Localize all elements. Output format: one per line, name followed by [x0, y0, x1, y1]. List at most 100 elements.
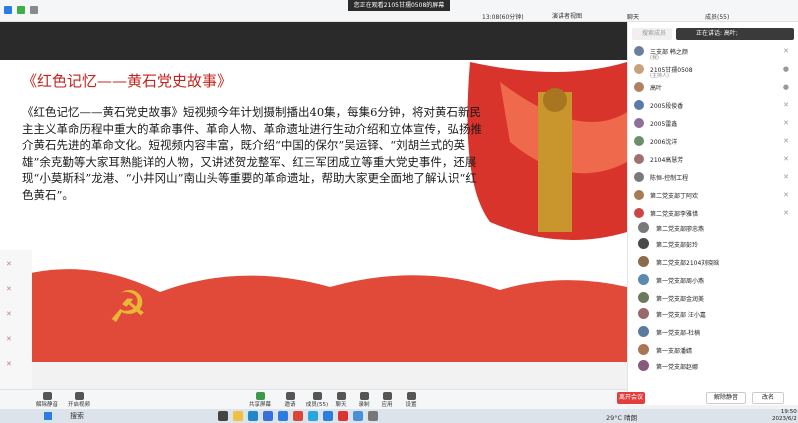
- member-name: 第一党支部-杜楠: [656, 330, 701, 337]
- taskbar-search[interactable]: 搜索: [58, 411, 178, 421]
- mic-off-icon[interactable]: ✕: [783, 155, 789, 163]
- mic-off-icon[interactable]: ✕: [783, 47, 789, 55]
- photos-icon[interactable]: [353, 411, 363, 421]
- viewing-banner[interactable]: 您正在观看2105甘孺0508的屏幕: [348, 0, 450, 11]
- member-row[interactable]: 2005段俊香 ✕: [628, 98, 798, 112]
- member-row[interactable]: 2005雷鑫 ✕: [628, 116, 798, 130]
- meeting-time: 13:08(60分钟): [482, 14, 524, 21]
- member-name: 第一党支部周小燕: [656, 278, 705, 285]
- settings-icon[interactable]: [368, 411, 378, 421]
- avatar: [634, 118, 644, 128]
- member-role: (我): [650, 55, 659, 61]
- weather-widget[interactable]: 29°C 晴朗: [606, 412, 637, 422]
- member-row[interactable]: 第一党支部 汪小嘉: [632, 306, 782, 322]
- camera-off-icon: [74, 392, 84, 400]
- meeting-controls-bar: 解除静音 开启视频 共享屏幕 邀请 成员(55) 聊天 录制 应用 设置: [0, 389, 627, 409]
- apps-icon: [382, 392, 392, 400]
- member-row[interactable]: 第一党支部-杜楠: [632, 324, 782, 340]
- share-screen-button[interactable]: 共享屏幕: [245, 392, 275, 408]
- avatar: [634, 46, 644, 56]
- member-row[interactable]: 陈恒-控制工程 ✕: [628, 170, 798, 184]
- member-name: 2005段俊香: [650, 103, 684, 110]
- member-name: 第二党支部彭玲: [656, 242, 699, 249]
- member-row[interactable]: 第一党支部赵娜: [632, 358, 782, 374]
- qq-icon[interactable]: [308, 411, 318, 421]
- avatar: [634, 136, 644, 146]
- members-icon: [312, 392, 322, 400]
- tab-members[interactable]: 成员(55): [705, 12, 729, 21]
- logo-icon: [4, 6, 12, 14]
- share-screen-icon: [255, 392, 265, 400]
- mic-off-icon[interactable]: ✕: [783, 137, 789, 145]
- mic-off-icon[interactable]: ✕: [783, 173, 789, 181]
- chrome-icon[interactable]: [293, 411, 303, 421]
- settings-button[interactable]: 设置: [396, 392, 426, 408]
- edge-icon[interactable]: [248, 411, 258, 421]
- control-label: 应用: [381, 402, 393, 408]
- member-name: 2005雷鑫: [650, 121, 678, 128]
- speaker-view-button[interactable]: 演讲者视图: [552, 11, 582, 20]
- rename-button[interactable]: 改名: [752, 392, 784, 404]
- mail-icon[interactable]: [278, 411, 288, 421]
- mic-off-icon[interactable]: ✕: [783, 119, 789, 127]
- control-label: 录制: [358, 402, 370, 408]
- member-name: 第一党支部金润美: [656, 296, 705, 303]
- member-row[interactable]: 2105甘孺0508 (主持人) ●: [628, 62, 798, 79]
- avatar: [638, 238, 649, 249]
- tab-chat[interactable]: 聊天: [627, 12, 639, 21]
- member-name: 第二党支部廖忠燕: [656, 226, 705, 233]
- unmute-button[interactable]: 解除静音: [32, 392, 62, 408]
- mic-off-icon[interactable]: ✕: [783, 101, 789, 109]
- member-row[interactable]: 三支部 韩之颜 (我) ✕: [628, 44, 798, 61]
- avatar: [638, 308, 649, 319]
- avatar: [634, 190, 644, 200]
- signal-icon: [30, 6, 38, 14]
- slide-title: 《红色记忆——黄石党史故事》: [22, 72, 233, 90]
- mic-off-icon: [42, 392, 52, 400]
- avatar: [638, 344, 649, 355]
- leave-meeting-button[interactable]: 离开会议: [617, 392, 645, 404]
- member-row[interactable]: 第一支部潘婧: [632, 342, 782, 358]
- member-row[interactable]: 高叶 ●: [628, 80, 798, 94]
- member-name: 高叶: [650, 85, 663, 92]
- avatar: [634, 154, 644, 164]
- avatar: [638, 360, 649, 371]
- member-row[interactable]: 第二党支部2104刘晓晗: [632, 254, 782, 270]
- start-video-button[interactable]: 开启视频: [64, 392, 94, 408]
- member-list-overlay: 第二党支部廖忠燕 第二党支部彭玲 第二党支部2104刘晓晗 第一党支部周小燕 第…: [632, 216, 782, 371]
- avatar: [638, 274, 649, 285]
- file-explorer-icon[interactable]: [233, 411, 243, 421]
- control-label: 开启视频: [67, 402, 90, 408]
- mic-off-icon[interactable]: ✕: [783, 191, 789, 199]
- column-pillar: [538, 92, 572, 232]
- mic-icon[interactable]: ●: [783, 65, 789, 73]
- windows-start-icon[interactable]: [44, 412, 52, 420]
- member-name: 第一党支部 汪小嘉: [656, 312, 706, 319]
- member-search-input[interactable]: 搜索成员: [632, 28, 672, 40]
- member-row[interactable]: 第二党支部丁阿欢 ✕: [628, 188, 798, 202]
- member-row[interactable]: 第一党支部金润美: [632, 290, 782, 306]
- avatar: [634, 64, 644, 74]
- task-view-icon[interactable]: [218, 411, 228, 421]
- member-row[interactable]: 2006沈洋 ✕: [628, 134, 798, 148]
- store-icon[interactable]: [263, 411, 273, 421]
- member-row[interactable]: 2104高慧芳 ✕: [628, 152, 798, 166]
- member-row[interactable]: 第一党支部周小燕: [632, 272, 782, 288]
- system-clock[interactable]: 19:50 2023/6/2: [772, 409, 797, 423]
- speaking-indicator: 正在讲话: 高叶;: [676, 28, 794, 40]
- invite-button[interactable]: 邀请: [275, 392, 305, 408]
- clock-time: 19:50: [780, 409, 797, 415]
- mic-off-icon[interactable]: ✕: [783, 209, 789, 217]
- avatar: [638, 222, 649, 233]
- member-row[interactable]: 第二党支部彭玲: [632, 236, 782, 252]
- meeting-app-icon[interactable]: [323, 411, 333, 421]
- control-label: 邀请: [284, 402, 296, 408]
- wps-icon[interactable]: [338, 411, 348, 421]
- info-icon[interactable]: [17, 6, 25, 14]
- control-label: 聊天: [335, 402, 347, 408]
- meeting-top-bar: 您正在观看2105甘孺0508的屏幕 13:08(60分钟) 演讲者视图 聊天: [0, 0, 798, 22]
- member-row[interactable]: 第二党支部廖忠燕: [632, 220, 782, 236]
- mic-icon[interactable]: ●: [783, 83, 789, 91]
- unmute-all-button[interactable]: 解除静音: [706, 392, 746, 404]
- record-icon: [359, 392, 369, 400]
